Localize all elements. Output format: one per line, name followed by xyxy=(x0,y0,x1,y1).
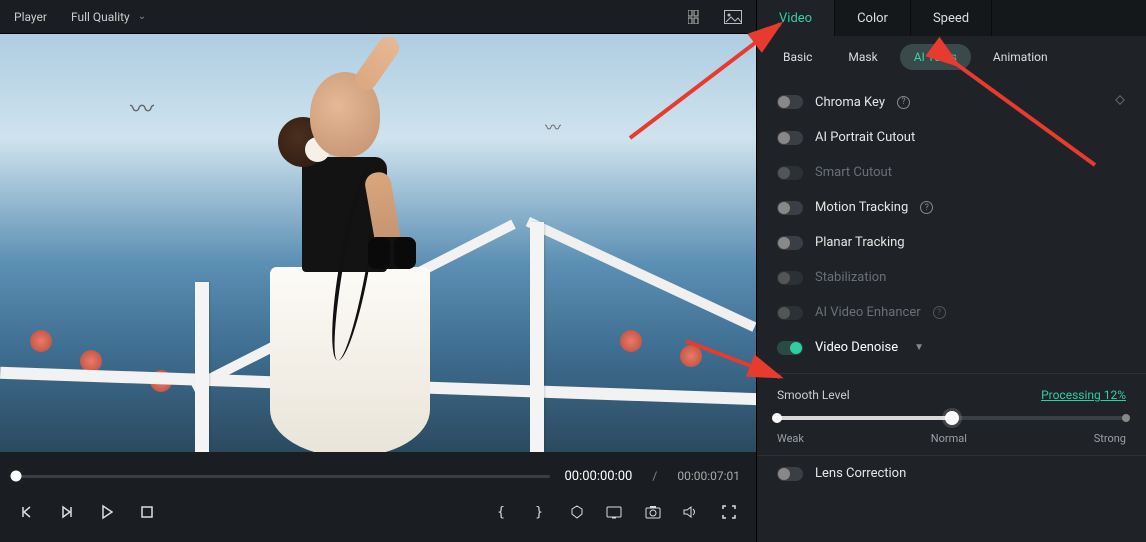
mark-out-icon[interactable]: } xyxy=(528,501,550,523)
help-icon: ? xyxy=(933,306,946,319)
diamond-icon[interactable] xyxy=(1114,94,1126,110)
marker-icon[interactable] xyxy=(566,501,588,523)
tool-stabilization: Stabilization xyxy=(757,260,1146,295)
inspector-tabs: Video Color Speed xyxy=(757,0,1146,36)
smooth-level-label: Smooth Level xyxy=(777,388,850,402)
fullscreen-icon[interactable] xyxy=(718,501,740,523)
timecode-total: 00:00:07:01 xyxy=(677,469,740,483)
tool-planar-tracking[interactable]: Planar Tracking xyxy=(757,225,1146,260)
chevron-down-icon: ⌄ xyxy=(138,11,146,22)
video-denoise-section: Smooth Level Processing 12% Weak Normal … xyxy=(757,373,1146,456)
decorative-railing xyxy=(195,282,209,452)
progress-handle[interactable] xyxy=(11,471,22,482)
slider-label-strong: Strong xyxy=(1094,432,1126,445)
tool-ai-video-enhancer: AI Video Enhancer ? xyxy=(757,295,1146,330)
mark-in-icon[interactable]: { xyxy=(490,501,512,523)
decorative-buoy xyxy=(680,345,702,367)
decorative-bird: 〰 xyxy=(545,114,561,138)
tool-motion-tracking[interactable]: Motion Tracking ? xyxy=(757,190,1146,225)
slider-tick-strong xyxy=(1122,414,1130,422)
tool-chroma-key[interactable]: Chroma Key ? xyxy=(757,84,1146,120)
tool-lens-correction[interactable]: Lens Correction xyxy=(757,456,1146,491)
ai-video-enhancer-toggle xyxy=(777,306,803,320)
quality-selector[interactable]: Full Quality ⌄ xyxy=(71,10,146,24)
help-icon[interactable]: ? xyxy=(920,201,933,214)
help-icon[interactable]: ? xyxy=(897,96,910,109)
lens-correction-toggle[interactable] xyxy=(777,467,803,481)
slider-tick-weak xyxy=(772,413,782,423)
volume-icon[interactable] xyxy=(680,501,702,523)
snapshot-icon[interactable] xyxy=(642,501,664,523)
chroma-key-toggle[interactable] xyxy=(777,95,803,109)
subtab-ai-tools[interactable]: AI Tools xyxy=(900,44,971,70)
player-label: Player xyxy=(14,10,47,24)
ai-video-enhancer-label: AI Video Enhancer xyxy=(815,305,921,320)
smooth-level-slider[interactable] xyxy=(777,416,1126,420)
slider-handle[interactable] xyxy=(945,411,959,425)
quality-value: Full Quality xyxy=(71,10,130,24)
layout-grid-icon[interactable] xyxy=(688,8,706,26)
timecode-separator: / xyxy=(652,469,657,483)
ai-portrait-cutout-toggle[interactable] xyxy=(777,131,803,145)
motion-tracking-label: Motion Tracking xyxy=(815,200,908,215)
decorative-buoy xyxy=(620,330,642,352)
planar-tracking-label: Planar Tracking xyxy=(815,235,905,250)
tab-video[interactable]: Video xyxy=(757,0,835,36)
subtab-mask[interactable]: Mask xyxy=(834,44,891,70)
image-icon[interactable] xyxy=(724,8,742,26)
inspector-panel: Video Color Speed Basic Mask AI Tools An… xyxy=(756,0,1146,542)
decorative-buoy xyxy=(30,330,52,352)
subtab-animation[interactable]: Animation xyxy=(979,44,1062,70)
subtab-basic[interactable]: Basic xyxy=(769,44,826,70)
prev-frame-button[interactable] xyxy=(16,501,38,523)
video-preview[interactable]: 〰 〰 xyxy=(0,34,756,452)
smart-cutout-label: Smart Cutout xyxy=(815,165,892,180)
decorative-railing xyxy=(526,217,756,332)
video-denoise-label: Video Denoise xyxy=(815,340,898,355)
slider-fill xyxy=(777,416,952,420)
smart-cutout-toggle xyxy=(777,166,803,180)
processing-status[interactable]: Processing 12% xyxy=(1041,388,1126,402)
tool-smart-cutout: Smart Cutout xyxy=(757,155,1146,190)
caret-down-icon[interactable]: ▼ xyxy=(914,342,924,353)
tool-ai-portrait-cutout[interactable]: AI Portrait Cutout xyxy=(757,120,1146,155)
tab-color[interactable]: Color xyxy=(835,0,911,36)
lens-correction-label: Lens Correction xyxy=(815,466,906,481)
player-header: Player Full Quality ⌄ xyxy=(0,0,756,34)
slider-label-weak: Weak xyxy=(777,432,804,445)
progress-bar[interactable] xyxy=(16,475,550,478)
planar-tracking-toggle[interactable] xyxy=(777,236,803,250)
tab-speed[interactable]: Speed xyxy=(911,0,992,36)
decorative-bird: 〰 xyxy=(130,89,154,124)
player-controls: 00:00:00:00 / 00:00:07:01 { } xyxy=(0,452,756,542)
video-denoise-toggle[interactable] xyxy=(777,341,803,355)
ai-portrait-cutout-label: AI Portrait Cutout xyxy=(815,130,915,145)
motion-tracking-toggle[interactable] xyxy=(777,201,803,215)
slider-label-normal: Normal xyxy=(931,432,967,445)
timecode-current: 00:00:00:00 xyxy=(564,469,632,484)
stabilization-label: Stabilization xyxy=(815,270,886,285)
video-subtabs: Basic Mask AI Tools Animation xyxy=(757,36,1146,78)
decorative-railing xyxy=(530,222,544,452)
screen-record-icon[interactable] xyxy=(604,501,626,523)
play-button[interactable] xyxy=(96,501,118,523)
chroma-key-label: Chroma Key xyxy=(815,95,885,110)
stabilization-toggle xyxy=(777,271,803,285)
stop-button[interactable] xyxy=(136,501,158,523)
ai-tools-list: Chroma Key ? AI Portrait Cutout Smart Cu… xyxy=(757,78,1146,497)
decorative-figure xyxy=(250,72,450,452)
step-forward-button[interactable] xyxy=(56,501,78,523)
tool-video-denoise[interactable]: Video Denoise ▼ xyxy=(757,330,1146,365)
player-panel: Player Full Quality ⌄ 〰 〰 xyxy=(0,0,756,542)
